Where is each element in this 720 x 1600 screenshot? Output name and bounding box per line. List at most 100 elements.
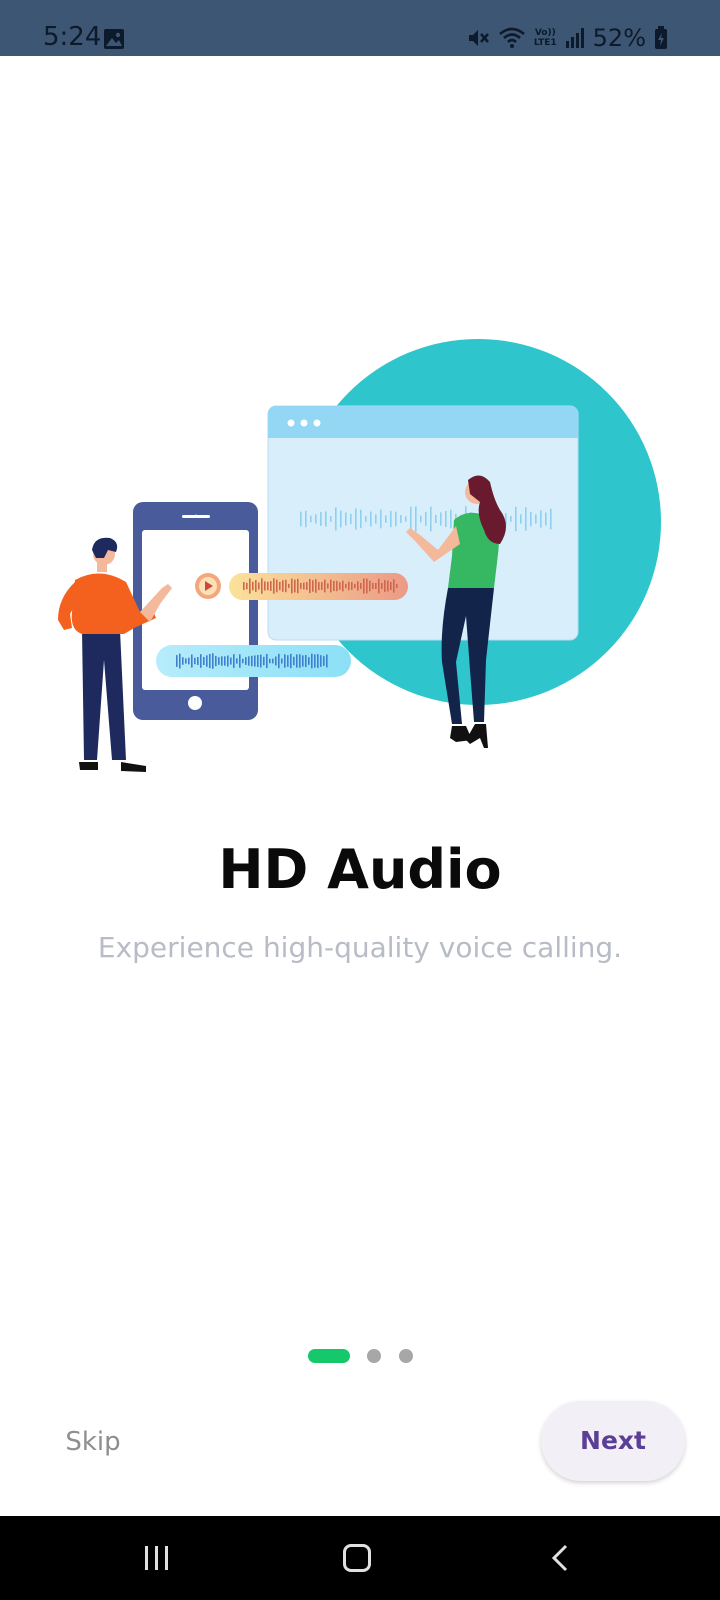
waveform-bar bbox=[360, 582, 362, 590]
waveform-bar bbox=[191, 654, 193, 668]
waveform-bar bbox=[370, 511, 372, 527]
gallery-icon bbox=[104, 29, 124, 49]
waveform-bar bbox=[209, 653, 211, 669]
next-button[interactable]: Next bbox=[541, 1401, 685, 1481]
waveform-bar bbox=[372, 582, 374, 590]
waveform-bar bbox=[242, 658, 244, 664]
waveform-bar bbox=[357, 581, 359, 591]
waveform-bar bbox=[320, 512, 322, 526]
waveform-bar bbox=[430, 506, 432, 532]
waveform-bar bbox=[294, 579, 296, 593]
waveform-bar bbox=[335, 507, 337, 531]
waveform-bar bbox=[197, 657, 199, 665]
waveform-bar bbox=[525, 507, 527, 531]
waveform-bar bbox=[515, 506, 517, 532]
waveform-bar bbox=[230, 657, 232, 665]
waveform-bar bbox=[261, 578, 263, 594]
waveform-bar bbox=[366, 578, 368, 594]
waveform-bar bbox=[315, 514, 317, 524]
waveform-bar bbox=[233, 654, 235, 668]
waveform-bar bbox=[248, 656, 250, 666]
waveform-bar bbox=[254, 655, 256, 667]
page-indicator-dot-active bbox=[308, 1349, 350, 1363]
home-icon[interactable] bbox=[343, 1544, 371, 1572]
waveform-bar bbox=[350, 513, 352, 525]
waveform-bar bbox=[345, 512, 347, 526]
waveform-bar bbox=[360, 509, 362, 529]
back-icon[interactable] bbox=[548, 1543, 572, 1573]
waveform-bar bbox=[257, 655, 259, 667]
waveform-bar bbox=[375, 514, 377, 524]
waveform-bar bbox=[279, 581, 281, 591]
waveform-bar bbox=[179, 653, 181, 669]
waveform-bar bbox=[306, 582, 308, 590]
waveform-bar bbox=[305, 510, 307, 528]
waveform-bar bbox=[318, 581, 320, 591]
waveform-bar bbox=[384, 580, 386, 592]
waveform-bar bbox=[218, 657, 220, 665]
page-indicator-dot bbox=[367, 1349, 381, 1363]
skip-button[interactable]: Skip bbox=[48, 1418, 138, 1466]
waveform-bar bbox=[276, 579, 278, 593]
waveform-bar bbox=[194, 657, 196, 665]
waveform-bar bbox=[311, 653, 313, 669]
waveform-bar bbox=[285, 579, 287, 593]
waveform-bar bbox=[245, 657, 247, 665]
waveform-bar bbox=[378, 578, 380, 594]
waveform-bar bbox=[354, 583, 356, 589]
waveform-bar bbox=[224, 656, 226, 666]
waveform-bar bbox=[363, 578, 365, 594]
waveform-bar bbox=[450, 509, 452, 529]
waveform-bar bbox=[385, 515, 387, 523]
recents-icon[interactable] bbox=[142, 1544, 172, 1572]
waveform-bar bbox=[375, 582, 377, 590]
waveform-bar bbox=[317, 654, 319, 668]
waveform-bar bbox=[330, 579, 332, 593]
waveform-bar bbox=[330, 516, 332, 522]
waveform-bar bbox=[510, 516, 512, 522]
waveform-bar bbox=[325, 511, 327, 527]
waveform-bar bbox=[227, 655, 229, 667]
waveform-bar bbox=[236, 658, 238, 664]
waveform-bar bbox=[321, 582, 323, 590]
waveform-bar bbox=[435, 514, 437, 524]
waveform-bar bbox=[299, 654, 301, 668]
waveform-bar bbox=[249, 578, 251, 594]
waveform-bar bbox=[315, 579, 317, 593]
waveform-bar bbox=[221, 656, 223, 666]
waveform-bar bbox=[369, 580, 371, 592]
volte-icon: Vo)) LTE1 bbox=[534, 28, 557, 48]
waveform-bar bbox=[258, 582, 260, 590]
waveform-bar bbox=[340, 510, 342, 528]
waveform-bar bbox=[303, 582, 305, 590]
waveform-bar bbox=[355, 508, 357, 530]
waveform-bar bbox=[348, 581, 350, 591]
waveform-bar bbox=[308, 657, 310, 665]
waveform-bar bbox=[185, 658, 187, 664]
waveform-bar bbox=[288, 583, 290, 589]
waveform-bar bbox=[342, 580, 344, 592]
status-icons: Vo)) LTE1 52% bbox=[466, 22, 668, 54]
waveform-bar bbox=[284, 654, 286, 668]
waveform-bar bbox=[323, 656, 325, 666]
waveform-bar bbox=[351, 582, 353, 590]
waveform-bar bbox=[520, 514, 522, 524]
waveform-bar bbox=[425, 512, 427, 526]
waveform-bar bbox=[300, 511, 302, 527]
waveform-bar bbox=[291, 578, 293, 594]
navigation-bar bbox=[0, 1516, 720, 1600]
waveform-bar bbox=[272, 658, 274, 664]
waveform-bar bbox=[312, 580, 314, 592]
waveform-bar bbox=[314, 654, 316, 668]
waveform-bar bbox=[545, 512, 547, 526]
waveform-bar bbox=[267, 581, 269, 591]
waveform-bar bbox=[300, 583, 302, 589]
waveform-bar bbox=[302, 655, 304, 667]
waveform-bar bbox=[275, 656, 277, 666]
waveform-bar bbox=[395, 511, 397, 527]
waveform-bar bbox=[440, 512, 442, 526]
waveform-bar bbox=[246, 582, 248, 590]
waveform-bar bbox=[387, 580, 389, 592]
waveform-bar bbox=[326, 654, 328, 668]
waveform-bar bbox=[540, 510, 542, 528]
